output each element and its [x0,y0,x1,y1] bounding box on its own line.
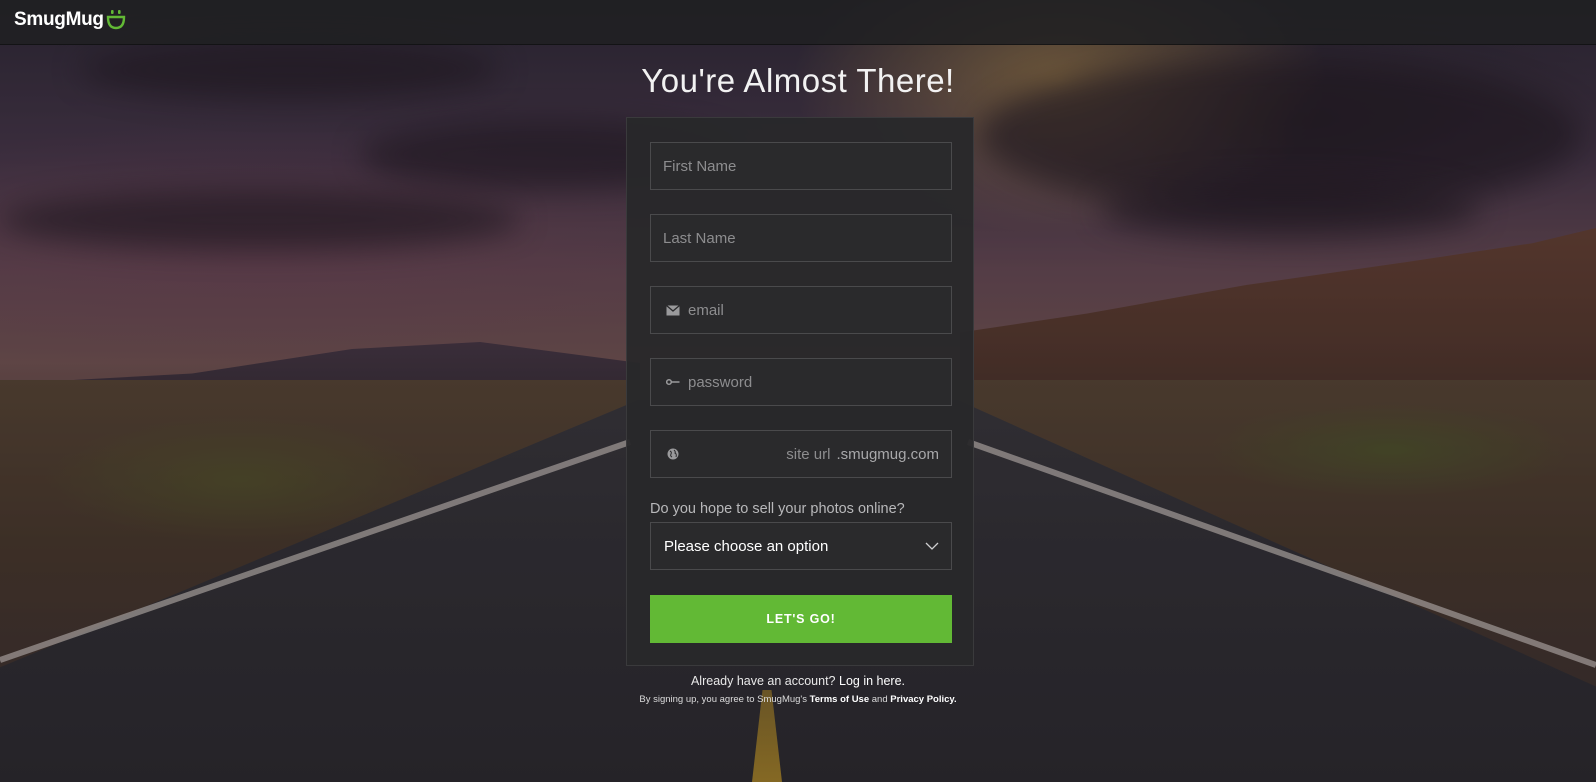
key-icon [666,375,680,389]
last-name-placeholder: Last Name [663,229,736,247]
sell-question-label: Do you hope to sell your photos online? [650,501,905,517]
site-url-placeholder: site url [786,445,831,463]
envelope-icon [666,303,680,317]
login-prompt: Already have an account? Log in here. [0,674,1596,688]
terms-prefix-text: By signing up, you agree to SmugMug's [639,694,807,705]
login-link[interactable]: Log in here. [839,674,905,688]
page-title: You're Almost There! [641,62,955,99]
first-name-placeholder: First Name [663,157,737,175]
smugmug-face-icon [106,10,125,30]
logo-text: SmugMug [14,9,104,30]
sell-option-select[interactable]: Please choose an option [650,522,952,570]
signup-card: First Name Last Name email password site… [626,117,974,666]
password-field[interactable]: password [650,358,952,406]
email-field[interactable]: email [650,286,952,334]
first-name-field[interactable]: First Name [650,142,952,190]
email-placeholder: email [688,301,724,319]
have-account-text: Already have an account? [690,674,836,688]
globe-icon [666,447,680,461]
smugmug-logo[interactable]: SmugMug [14,9,126,31]
lets-go-button[interactable]: LET'S GO! [650,595,952,643]
chevron-down-icon [925,542,939,550]
privacy-policy-link[interactable]: Privacy Policy. [890,694,956,705]
terms-notice: By signing up, you agree to SmugMug's Te… [0,694,1596,705]
last-name-field[interactable]: Last Name [650,214,952,262]
password-placeholder: password [688,373,753,391]
site-url-field[interactable]: site url .smugmug.com [650,430,952,478]
top-bar: SmugMug [0,0,1596,45]
terms-and-text: and [871,694,888,705]
terms-of-use-link[interactable]: Terms of Use [810,694,869,705]
site-url-suffix: .smugmug.com [836,445,939,463]
sell-option-selected: Please choose an option [664,537,829,555]
